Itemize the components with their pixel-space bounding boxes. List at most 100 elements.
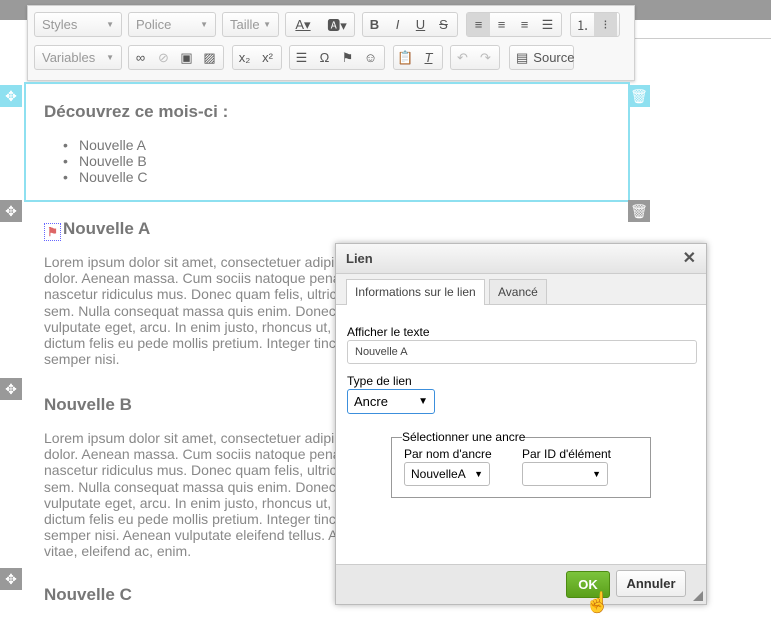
subscript-icon[interactable]: x₂ <box>233 46 256 69</box>
link-type-label: Type de lien <box>347 374 412 388</box>
link-type-select[interactable]: Ancre ▼ <box>347 389 435 414</box>
paragraph-line: nascetur ridiculus mus. Donec quam felis… <box>44 462 337 479</box>
paragraph-line: dictum felis eu pede mollis pretium. Int… <box>44 511 336 527</box>
trash-icon[interactable]: 🗑 <box>628 85 650 107</box>
tab-advanced[interactable]: Avancé <box>489 279 547 304</box>
align-right-icon[interactable]: ≡ <box>513 13 536 36</box>
display-text-label: Afficher le texte <box>347 325 430 339</box>
paragraph-line: dictum felis eu pede mollis pretium. Int… <box>44 335 336 351</box>
chevron-down-icon: ▼ <box>106 20 114 29</box>
align-group: ≡ ≡ ≡ ☰ <box>466 12 562 37</box>
variables-label: Variables <box>42 50 96 65</box>
underline-icon[interactable]: U <box>409 13 432 36</box>
move-handle-icon[interactable]: ✥ <box>0 200 22 222</box>
dialog-titlebar[interactable]: Lien ✕ <box>336 244 706 274</box>
textfield-icon[interactable]: ▣ <box>175 46 198 69</box>
link-type-value: Ancre <box>354 394 388 409</box>
paragraph-line: dolor. Aenean massa. Cum sociis natoque … <box>44 270 341 287</box>
paragraph-line: semper nisi. Aenean vulputate eleifend t… <box>44 527 338 544</box>
horizontal-line-icon[interactable]: ☰ <box>290 46 313 69</box>
list-group: ⒈ ⁝ <box>570 12 620 37</box>
divider <box>634 38 771 39</box>
unlink-icon[interactable]: ⊘ <box>152 46 175 69</box>
trash-icon[interactable]: 🗑 <box>628 200 650 222</box>
color-group: A▾ 🅰▾ <box>285 12 355 37</box>
anchor-legend: Sélectionner une ancre <box>402 430 526 444</box>
section-title: Nouvelle B <box>44 395 132 414</box>
paragraph-line: sem. Nulla consequat massa quis enim. Do… <box>44 478 336 495</box>
bold-icon[interactable]: B <box>363 13 386 36</box>
undo-icon[interactable]: ↶ <box>451 46 474 69</box>
variables-dropdown[interactable]: Variables ▼ <box>34 45 122 70</box>
font-dropdown[interactable]: Police ▼ <box>128 12 216 37</box>
chevron-down-icon: ▼ <box>106 53 114 62</box>
bg-color-icon[interactable]: 🅰▾ <box>320 13 354 36</box>
font-label: Police <box>136 17 172 32</box>
intro-title: Découvrez ce mois-ci : <box>44 102 229 121</box>
insert2-group: ☰ Ω ⚑ ☺ <box>289 45 385 70</box>
special-char-icon[interactable]: Ω <box>313 46 336 69</box>
anchor-name-select[interactable]: NouvelleA ▼ <box>404 462 490 486</box>
source-icon: ▤ <box>516 49 529 65</box>
paragraph-line: Lorem ipsum dolor sit amet, consectetuer… <box>44 430 335 446</box>
styles-label: Styles <box>42 17 78 32</box>
image-icon[interactable]: ▨ <box>198 46 221 69</box>
chevron-down-icon: ▼ <box>474 469 483 479</box>
by-name-label: Par nom d'ancre <box>404 447 492 461</box>
remove-format-icon[interactable]: T <box>417 46 440 69</box>
superscript-icon[interactable]: x² <box>256 46 279 69</box>
chevron-down-icon: ▼ <box>263 20 271 29</box>
anchor-flag-icon[interactable]: ⚑ <box>336 46 359 69</box>
move-handle-icon[interactable]: ✥ <box>0 85 22 107</box>
paragraph-line: Lorem ipsum dolor sit amet, consectetuer… <box>44 254 335 270</box>
paragraph-line: vulputate eget, arcu. In enim justo, rho… <box>44 318 332 335</box>
justify-icon[interactable]: ☰ <box>536 13 559 36</box>
size-dropdown[interactable]: Taille ▼ <box>222 12 279 37</box>
history-group: ↶ ↷ <box>450 45 500 70</box>
insert-group: ∞ ⊘ ▣ ▨ <box>128 45 224 70</box>
anchor-flag-icon[interactable]: ⚑ <box>44 223 61 241</box>
size-label: Taille <box>230 17 260 32</box>
numbered-list-icon[interactable]: ⒈ <box>571 13 594 36</box>
cancel-button[interactable]: Annuler <box>616 570 686 597</box>
redo-icon[interactable]: ↷ <box>474 46 497 69</box>
text-color-icon[interactable]: A▾ <box>286 13 320 36</box>
move-handle-icon[interactable]: ✥ <box>0 378 22 400</box>
chevron-down-icon: ▼ <box>200 20 208 29</box>
resize-handle[interactable] <box>693 591 703 601</box>
list-item: Nouvelle A <box>63 137 146 153</box>
paragraph-line: semper nisi. <box>44 351 120 368</box>
dialog-title: Lien <box>346 251 373 266</box>
link-icon[interactable]: ∞ <box>129 46 152 69</box>
smiley-icon[interactable]: ☺ <box>359 46 382 69</box>
anchor-name-value: NouvelleA <box>411 467 466 481</box>
source-button[interactable]: ▤ Source <box>509 45 575 70</box>
italic-icon[interactable]: I <box>386 13 409 36</box>
tab-link-info[interactable]: Informations sur le lien <box>346 279 485 305</box>
paragraph-line: sem. Nulla consequat massa quis enim. Do… <box>44 302 336 319</box>
bulleted-list-icon[interactable]: ⁝ <box>594 13 617 36</box>
hand-cursor-icon: ☝ <box>585 592 610 614</box>
paragraph-line: vulputate eget, arcu. In enim justo, rho… <box>44 494 332 511</box>
format-group: B I U S <box>362 12 458 37</box>
editor-toolbar: Styles ▼ Police ▼ Taille ▼ A▾ 🅰▾ B I U S ≡ … <box>27 5 635 81</box>
styles-dropdown[interactable]: Styles ▼ <box>34 12 122 37</box>
source-label: Source <box>533 50 575 65</box>
section-title: Nouvelle C <box>44 585 132 604</box>
display-text-input[interactable]: Nouvelle A <box>347 340 697 364</box>
paste-text-icon[interactable]: 📋 <box>394 46 417 69</box>
align-center-icon[interactable]: ≡ <box>490 13 513 36</box>
paragraph-line: nascetur ridiculus mus. Donec quam felis… <box>44 286 337 303</box>
link-dialog: Lien ✕ Informations sur le lien Avancé Af… <box>335 243 707 605</box>
move-handle-icon[interactable]: ✥ <box>0 568 22 590</box>
align-left-icon[interactable]: ≡ <box>467 13 490 36</box>
element-id-select[interactable]: ▼ <box>522 462 608 486</box>
dialog-footer: OK Annuler <box>336 564 706 604</box>
paragraph-line: dolor. Aenean massa. Cum sociis natoque … <box>44 446 341 463</box>
close-icon[interactable]: ✕ <box>683 244 696 273</box>
strike-icon[interactable]: S <box>432 13 455 36</box>
chevron-down-icon: ▼ <box>592 469 601 479</box>
paragraph-line: vitae, eleifend ac, enim. <box>44 543 192 560</box>
list-item: Nouvelle C <box>63 169 148 185</box>
clipboard-group: 📋 T <box>393 45 443 70</box>
